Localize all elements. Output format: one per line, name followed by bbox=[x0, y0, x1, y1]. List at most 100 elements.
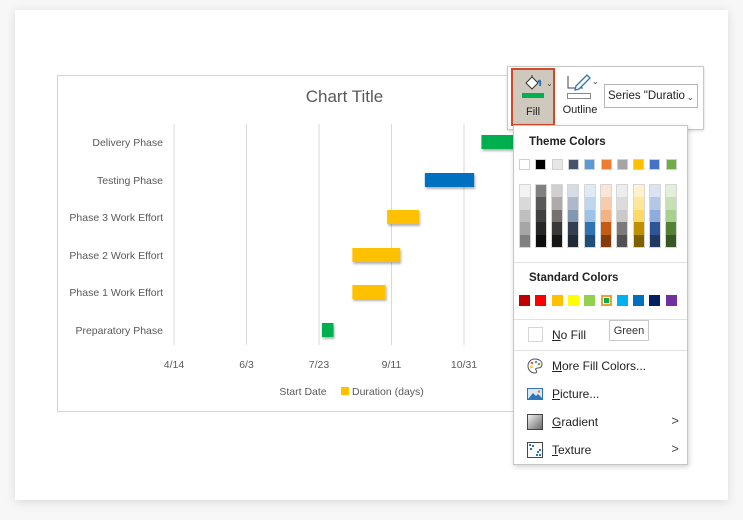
theme-color-swatch[interactable] bbox=[665, 159, 677, 170]
theme-shade-swatch[interactable] bbox=[519, 222, 530, 235]
standard-color-swatch[interactable] bbox=[600, 295, 612, 306]
theme-shade-swatch[interactable] bbox=[633, 197, 644, 210]
fill-button[interactable]: ⌄ Fill bbox=[511, 68, 555, 126]
theme-shade-swatch[interactable] bbox=[584, 185, 595, 198]
theme-shade-swatch[interactable] bbox=[649, 222, 660, 235]
accel-key: G bbox=[552, 415, 562, 429]
theme-shade-swatch[interactable] bbox=[584, 209, 595, 223]
theme-shade-swatch[interactable] bbox=[584, 197, 595, 210]
theme-shade-swatch[interactable] bbox=[568, 222, 579, 235]
fill-dropdown-chevron-icon[interactable]: ⌄ bbox=[546, 79, 553, 88]
theme-shade-swatch[interactable] bbox=[519, 185, 530, 198]
theme-shade-swatch[interactable] bbox=[568, 185, 579, 198]
standard-color-swatch[interactable] bbox=[616, 295, 628, 306]
outline-dropdown-chevron-icon[interactable]: ⌄ bbox=[592, 77, 599, 86]
submenu-arrow-icon: > bbox=[671, 413, 679, 428]
theme-shade-swatch[interactable] bbox=[535, 222, 546, 235]
theme-shade-column bbox=[665, 184, 678, 248]
format-mini-toolbar: ⌄ Fill ⌄ Outline Series "Duratio ⌄ bbox=[507, 66, 704, 130]
more-fill-colors-item[interactable]: More Fill Colors... bbox=[514, 353, 687, 379]
theme-shade-swatch[interactable] bbox=[519, 197, 530, 210]
theme-shade-swatch[interactable] bbox=[519, 234, 530, 247]
theme-shade-swatch[interactable] bbox=[666, 222, 677, 235]
theme-shade-swatch[interactable] bbox=[601, 222, 611, 235]
theme-color-swatch[interactable] bbox=[633, 159, 645, 170]
theme-color-swatch[interactable] bbox=[535, 159, 547, 170]
chart-element-select[interactable]: Series "Duratio ⌄ bbox=[604, 84, 698, 108]
theme-color-swatch[interactable] bbox=[600, 159, 612, 170]
theme-shade-swatch[interactable] bbox=[666, 197, 677, 210]
theme-shade-swatch[interactable] bbox=[519, 209, 530, 223]
fill-color-indicator bbox=[522, 93, 544, 98]
theme-shade-swatch[interactable] bbox=[649, 197, 660, 210]
theme-shade-swatch[interactable] bbox=[568, 209, 579, 223]
theme-color-swatch[interactable] bbox=[551, 159, 563, 170]
theme-shade-swatch[interactable] bbox=[633, 185, 644, 198]
theme-shade-swatch[interactable] bbox=[535, 185, 546, 198]
theme-shade-swatch[interactable] bbox=[666, 234, 677, 247]
theme-shade-swatch[interactable] bbox=[617, 222, 628, 235]
theme-color-swatch[interactable] bbox=[584, 159, 596, 170]
theme-color-swatch[interactable] bbox=[649, 159, 661, 170]
palette-icon bbox=[527, 358, 543, 374]
divider bbox=[514, 319, 687, 320]
category-label: Preparatory Phase bbox=[75, 325, 163, 337]
theme-shade-column bbox=[648, 184, 661, 248]
standard-color-swatch[interactable] bbox=[584, 295, 596, 306]
chevron-down-icon: ⌄ bbox=[686, 92, 694, 102]
theme-shade-swatch[interactable] bbox=[535, 197, 546, 210]
theme-shade-swatch[interactable] bbox=[617, 209, 628, 223]
picture-item[interactable]: Picture... bbox=[514, 381, 687, 407]
picture-label: icture... bbox=[560, 387, 600, 401]
theme-shade-swatch[interactable] bbox=[552, 222, 563, 235]
texture-icon bbox=[527, 442, 543, 458]
theme-shade-swatch[interactable] bbox=[666, 209, 677, 223]
no-fill-item[interactable]: No Fill bbox=[514, 322, 687, 348]
theme-shade-swatch[interactable] bbox=[649, 234, 660, 247]
gradient-item[interactable]: Gradient > bbox=[514, 409, 687, 435]
theme-shade-swatch[interactable] bbox=[666, 185, 677, 198]
gantt-bar bbox=[321, 323, 334, 337]
theme-shade-swatch[interactable] bbox=[617, 234, 628, 247]
theme-shade-swatch[interactable] bbox=[617, 185, 628, 198]
theme-shade-swatch[interactable] bbox=[568, 234, 579, 247]
x-tick-label: 9/11 bbox=[382, 359, 402, 371]
theme-shade-swatch[interactable] bbox=[552, 197, 563, 210]
standard-color-swatch[interactable] bbox=[535, 295, 547, 306]
texture-item[interactable]: Texture > bbox=[514, 437, 687, 463]
standard-color-swatch[interactable] bbox=[649, 295, 661, 306]
gantt-bar bbox=[424, 173, 475, 187]
theme-shade-swatch[interactable] bbox=[601, 234, 611, 247]
standard-color-swatch[interactable] bbox=[665, 295, 677, 306]
theme-shade-swatch[interactable] bbox=[552, 234, 563, 247]
x-tick-label: 7/23 bbox=[309, 359, 330, 371]
picture-icon bbox=[527, 388, 543, 400]
theme-shade-swatch[interactable] bbox=[601, 185, 611, 198]
theme-shade-swatch[interactable] bbox=[633, 234, 644, 247]
standard-color-swatch[interactable] bbox=[551, 295, 563, 306]
standard-color-swatch[interactable] bbox=[567, 295, 579, 306]
theme-shade-swatch[interactable] bbox=[552, 209, 563, 223]
theme-shade-swatch[interactable] bbox=[601, 209, 611, 223]
theme-shade-swatch[interactable] bbox=[649, 209, 660, 223]
category-label: Phase 1 Work Effort bbox=[69, 287, 163, 299]
theme-color-swatch[interactable] bbox=[519, 159, 530, 170]
standard-color-swatch[interactable] bbox=[519, 295, 530, 306]
theme-shade-swatch[interactable] bbox=[633, 222, 644, 235]
theme-shade-swatch[interactable] bbox=[649, 185, 660, 198]
fill-dropdown-menu: Theme Colors Standard Colors No Fill Mor… bbox=[513, 125, 688, 465]
theme-shade-swatch[interactable] bbox=[552, 185, 563, 198]
outline-button[interactable]: ⌄ Outline bbox=[559, 68, 601, 126]
theme-shade-swatch[interactable] bbox=[568, 197, 579, 210]
legend-swatch bbox=[341, 387, 349, 395]
theme-shade-swatch[interactable] bbox=[584, 234, 595, 247]
theme-shade-swatch[interactable] bbox=[617, 197, 628, 210]
theme-shade-swatch[interactable] bbox=[633, 209, 644, 223]
standard-color-swatch[interactable] bbox=[633, 295, 645, 306]
theme-shade-swatch[interactable] bbox=[584, 222, 595, 235]
theme-shade-swatch[interactable] bbox=[535, 209, 546, 223]
theme-shade-swatch[interactable] bbox=[535, 234, 546, 247]
theme-color-swatch[interactable] bbox=[616, 159, 628, 170]
theme-shade-swatch[interactable] bbox=[601, 197, 611, 210]
theme-color-swatch[interactable] bbox=[567, 159, 579, 170]
